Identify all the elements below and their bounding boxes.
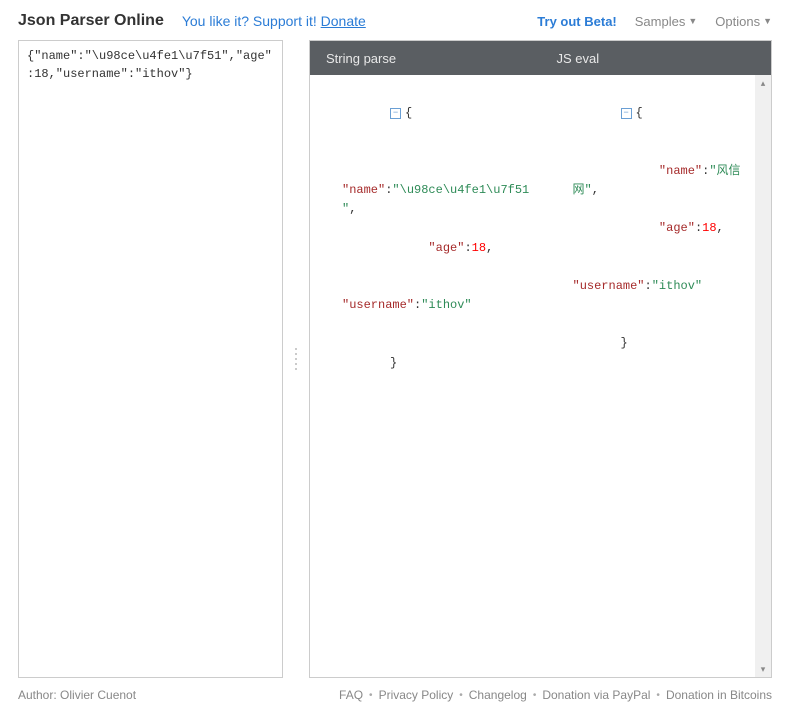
footer-links: FAQ • Privacy Policy • Changelog • Donat… [339,688,772,702]
footer-link-privacy[interactable]: Privacy Policy [379,688,454,702]
footer-link-changelog[interactable]: Changelog [469,688,527,702]
json-input[interactable] [19,41,282,677]
header: Json Parser Online You like it? Support … [0,0,790,40]
json-key: "age" [428,241,464,255]
collapse-icon[interactable]: − [390,108,401,119]
footer-link-faq[interactable]: FAQ [339,688,363,702]
separator: • [459,690,463,701]
json-key: "age" [659,221,695,235]
close-brace: } [390,356,397,370]
page-title: Json Parser Online [18,12,164,30]
open-brace: { [405,106,412,120]
splitter-handle[interactable] [283,40,309,678]
json-key: "username" [573,279,645,293]
separator: • [533,690,537,701]
footer-link-paypal[interactable]: Donation via PayPal [542,688,650,702]
json-value: 18 [472,241,486,255]
close-brace: } [621,336,628,350]
support-text: You like it? Support it! Donate [182,13,366,29]
collapse-icon[interactable]: − [621,108,632,119]
scroll-up-icon[interactable]: ▴ [755,75,771,91]
footer-link-bitcoin[interactable]: Donation in Bitcoins [666,688,772,702]
author-label: Author: Olivier Cuenot [18,688,136,702]
json-key: "name" [659,164,702,178]
separator: • [369,690,373,701]
footer: Author: Olivier Cuenot FAQ • Privacy Pol… [0,678,790,712]
json-value: "ithov" [421,298,471,312]
output-pane: String parse JS eval −{ "name":"\u98ce\u… [309,40,772,678]
menu-options-label: Options [715,14,760,29]
output-header: String parse JS eval [310,41,771,75]
output-body: −{ "name":"\u98ce\u4fe1\u7f51", "age":18… [310,75,771,677]
donate-link[interactable]: Donate [321,13,366,29]
input-pane [18,40,283,678]
main-content: String parse JS eval −{ "name":"\u98ce\u… [0,40,790,678]
json-value: "ithov" [652,279,702,293]
menu-options[interactable]: Options ▼ [715,14,772,29]
js-eval-output: −{ "name":"风信网", "age":18, "username":"i… [541,75,772,677]
try-beta-link[interactable]: Try out Beta! [537,14,616,29]
json-key: "name" [342,183,385,197]
string-parse-output: −{ "name":"\u98ce\u4fe1\u7f51", "age":18… [310,75,541,677]
vertical-scrollbar[interactable]: ▴ ▾ [755,75,771,677]
caret-down-icon: ▼ [763,16,772,26]
menu-samples-label: Samples [635,14,686,29]
json-value: 18 [702,221,716,235]
json-key: "username" [342,298,414,312]
open-brace: { [636,106,643,120]
scroll-down-icon[interactable]: ▾ [755,661,771,677]
support-prefix: You like it? Support it! [182,13,321,29]
tab-string-parse[interactable]: String parse [310,41,541,75]
caret-down-icon: ▼ [688,16,697,26]
separator: • [656,690,660,701]
menu-samples[interactable]: Samples ▼ [635,14,698,29]
splitter-dots-icon [295,348,297,370]
header-right: Try out Beta! Samples ▼ Options ▼ [537,14,772,29]
tab-js-eval[interactable]: JS eval [541,41,772,75]
